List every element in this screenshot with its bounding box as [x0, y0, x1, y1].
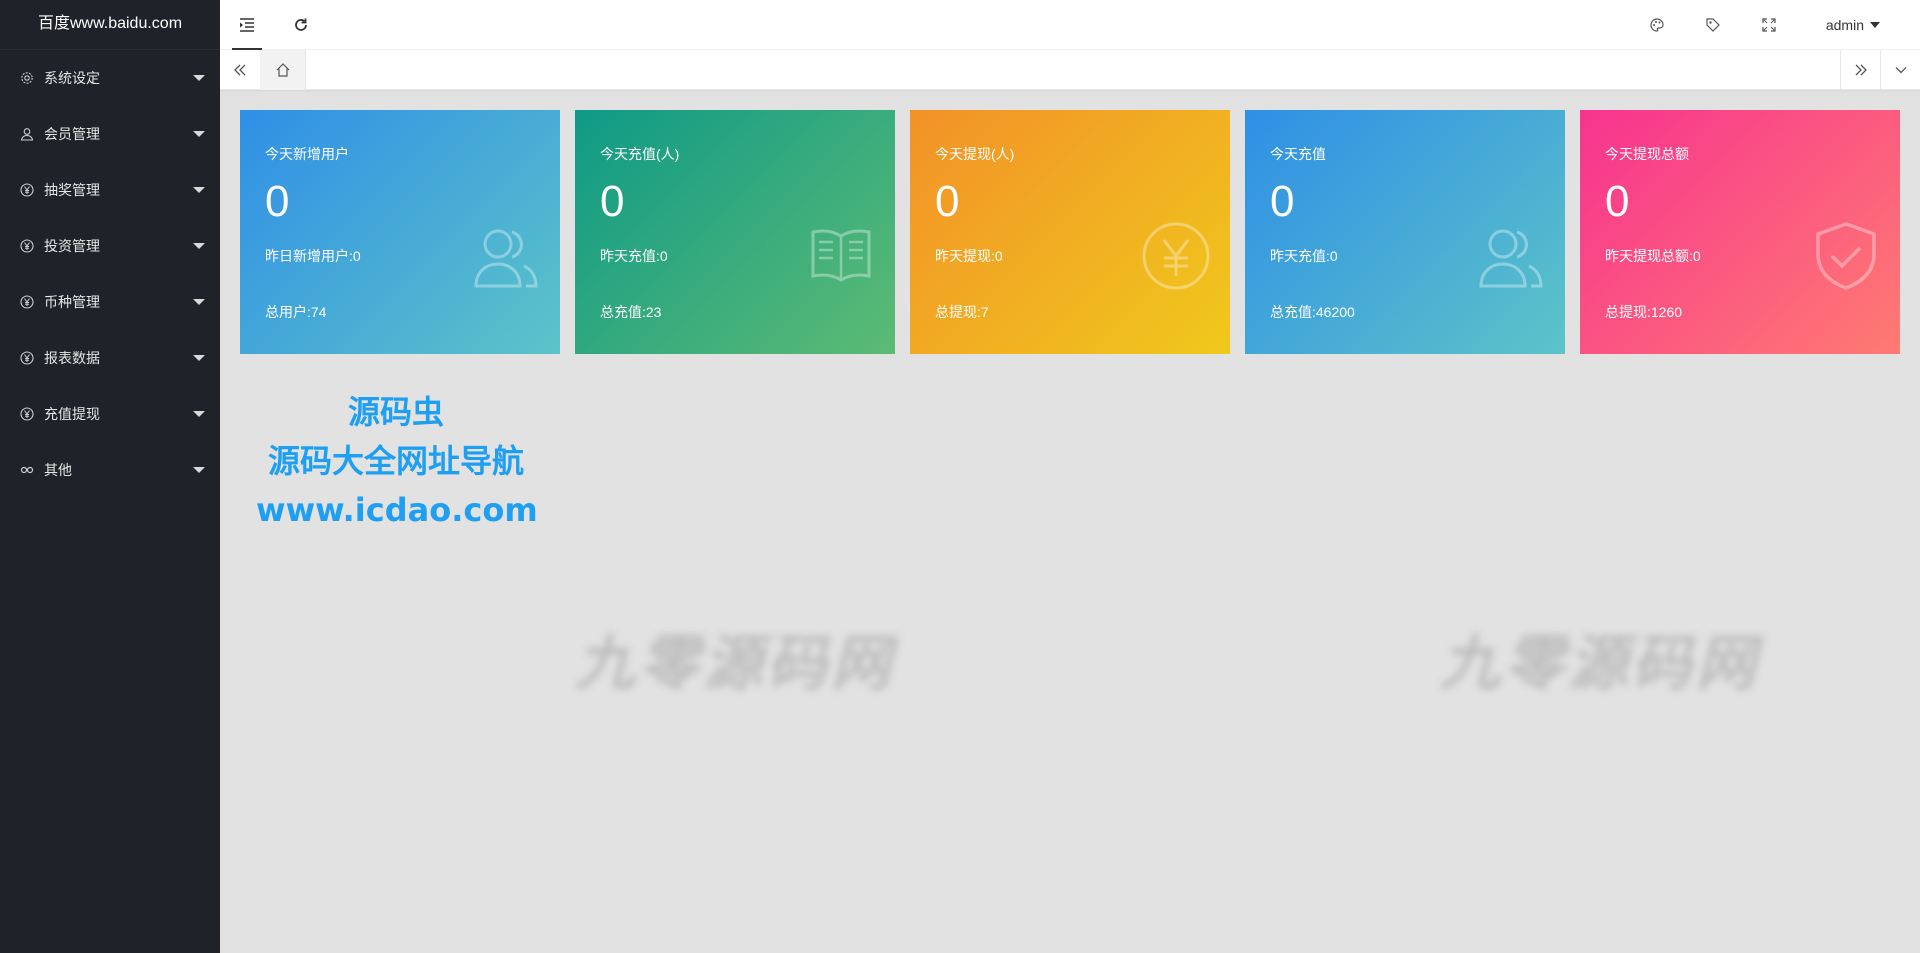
home-icon: [276, 63, 289, 77]
sidebar-item-label: 充值提现: [44, 406, 100, 422]
sidebar-menu: 系统设定会员管理抽奖管理投资管理币种管理报表数据充值提现其他: [0, 50, 220, 498]
sidebar: 百度www.baidu.com 系统设定会员管理抽奖管理投资管理币种管理报表数据…: [0, 0, 220, 953]
caret-down-icon: [1870, 22, 1880, 28]
users-icon: [470, 220, 542, 292]
promo-line-2: 源码大全网址导航: [267, 442, 524, 480]
chevron-down-icon: [1895, 67, 1906, 74]
caret-down-icon: [193, 467, 205, 473]
caret-down-icon: [193, 75, 205, 81]
caret-down-icon: [193, 411, 205, 417]
stat-card: 今天提现(人) 0 昨天提现:0 总提现:7: [910, 110, 1230, 354]
yen-icon: [20, 407, 34, 421]
refresh-button[interactable]: [274, 0, 328, 50]
sidebar-item[interactable]: 报表数据: [0, 330, 220, 386]
link-icon: [20, 463, 34, 477]
fullscreen-button[interactable]: [1742, 0, 1796, 50]
stat-card-title: 今天提现(人): [935, 146, 1015, 162]
book-icon: [805, 220, 877, 292]
user-icon: [20, 127, 34, 141]
stat-card-total: 总提现:1260: [1605, 304, 1683, 320]
double-chevron-left-icon: [234, 64, 246, 76]
caret-down-icon: [193, 299, 205, 305]
palette-icon: [1650, 18, 1664, 32]
theme-button[interactable]: [1630, 0, 1684, 50]
stat-card-value: 0: [265, 177, 290, 226]
tag-button[interactable]: [1686, 0, 1740, 50]
sidebar-item-label: 币种管理: [44, 294, 100, 310]
tag-icon: [1706, 18, 1720, 32]
stat-card: 今天新增用户 0 昨日新增用户:0 总用户:74: [240, 110, 560, 354]
stat-card-value: 0: [600, 177, 625, 226]
sidebar-item-label: 投资管理: [44, 238, 100, 254]
shield-check-icon: [1810, 220, 1882, 292]
stat-card-title: 今天提现总额: [1605, 146, 1689, 162]
yen-circle-icon: [1140, 220, 1212, 292]
sidebar-item[interactable]: 抽奖管理: [0, 162, 220, 218]
yen-icon: [20, 295, 34, 309]
users-icon: [1475, 220, 1547, 292]
sidebar-item[interactable]: 系统设定: [0, 50, 220, 106]
yen-icon: [20, 239, 34, 253]
sidebar-item[interactable]: 会员管理: [0, 106, 220, 162]
sidebar-item[interactable]: 充值提现: [0, 386, 220, 442]
caret-down-icon: [193, 187, 205, 193]
stat-card-yesterday: 昨天充值:0: [600, 248, 668, 264]
stat-card-value: 0: [1605, 177, 1630, 226]
promo-text: 源码虫 源码大全网址导航 www.icdao.com: [256, 388, 538, 535]
stat-card-total: 总用户:74: [265, 304, 327, 320]
stat-card: 今天充值(人) 0 昨天充值:0 总充值:23: [575, 110, 895, 354]
caret-down-icon: [193, 243, 205, 249]
stat-card-title: 今天充值(人): [600, 146, 680, 162]
tabs-scroll-right-button[interactable]: [1840, 50, 1880, 90]
sidebar-item-label: 抽奖管理: [44, 182, 100, 198]
sidebar-item[interactable]: 币种管理: [0, 274, 220, 330]
tabs-scroll-left-button[interactable]: [220, 50, 260, 90]
yen-icon: [20, 351, 34, 365]
watermark-1: 九零源码网: [575, 629, 895, 699]
double-chevron-right-icon: [1855, 64, 1867, 76]
stat-card: 今天充值 0 昨天充值:0 总充值:46200: [1245, 110, 1565, 354]
tabs-options-button[interactable]: [1880, 50, 1920, 90]
caret-down-icon: [193, 131, 205, 137]
sidebar-item-label: 会员管理: [44, 126, 100, 142]
tabs-bar: [220, 50, 1920, 90]
sidebar-item[interactable]: 投资管理: [0, 218, 220, 274]
indent-icon: [240, 18, 254, 32]
watermark-2: 九零源码网: [1440, 629, 1760, 699]
refresh-icon: [295, 18, 307, 31]
sidebar-item-label: 系统设定: [44, 70, 100, 86]
stat-card-total: 总充值:23: [600, 304, 662, 320]
fullscreen-icon: [1762, 18, 1776, 32]
stat-card-value: 0: [1270, 177, 1295, 226]
stat-card-value: 0: [935, 177, 960, 226]
stat-card-title: 今天充值: [1270, 146, 1326, 162]
app-logo[interactable]: 百度www.baidu.com: [0, 0, 220, 50]
stat-card-yesterday: 昨日新增用户:0: [265, 248, 361, 264]
collapse-sidebar-button[interactable]: [220, 0, 274, 50]
stat-card-total: 总充值:46200: [1270, 304, 1355, 320]
sidebar-item-label: 其他: [44, 462, 72, 478]
promo-line-3: www.icdao.com: [256, 491, 538, 529]
promo-line-1: 源码虫: [347, 393, 444, 431]
user-menu[interactable]: admin: [1826, 0, 1880, 50]
stat-card-title: 今天新增用户: [265, 146, 349, 162]
tab-home[interactable]: [260, 50, 306, 90]
stat-card-total: 总提现:7: [935, 304, 989, 320]
stat-card-yesterday: 昨天提现总额:0: [1605, 248, 1701, 264]
gear-icon: [20, 71, 34, 85]
stat-card: 今天提现总额 0 昨天提现总额:0 总提现:1260: [1580, 110, 1900, 354]
username: admin: [1825, 17, 1864, 33]
sidebar-item-label: 报表数据: [44, 350, 100, 366]
sidebar-item[interactable]: 其他: [0, 442, 220, 498]
yen-icon: [20, 183, 34, 197]
top-header: admin: [220, 0, 1920, 50]
stat-card-yesterday: 昨天提现:0: [935, 248, 1003, 264]
caret-down-icon: [193, 355, 205, 361]
stat-card-yesterday: 昨天充值:0: [1270, 248, 1338, 264]
